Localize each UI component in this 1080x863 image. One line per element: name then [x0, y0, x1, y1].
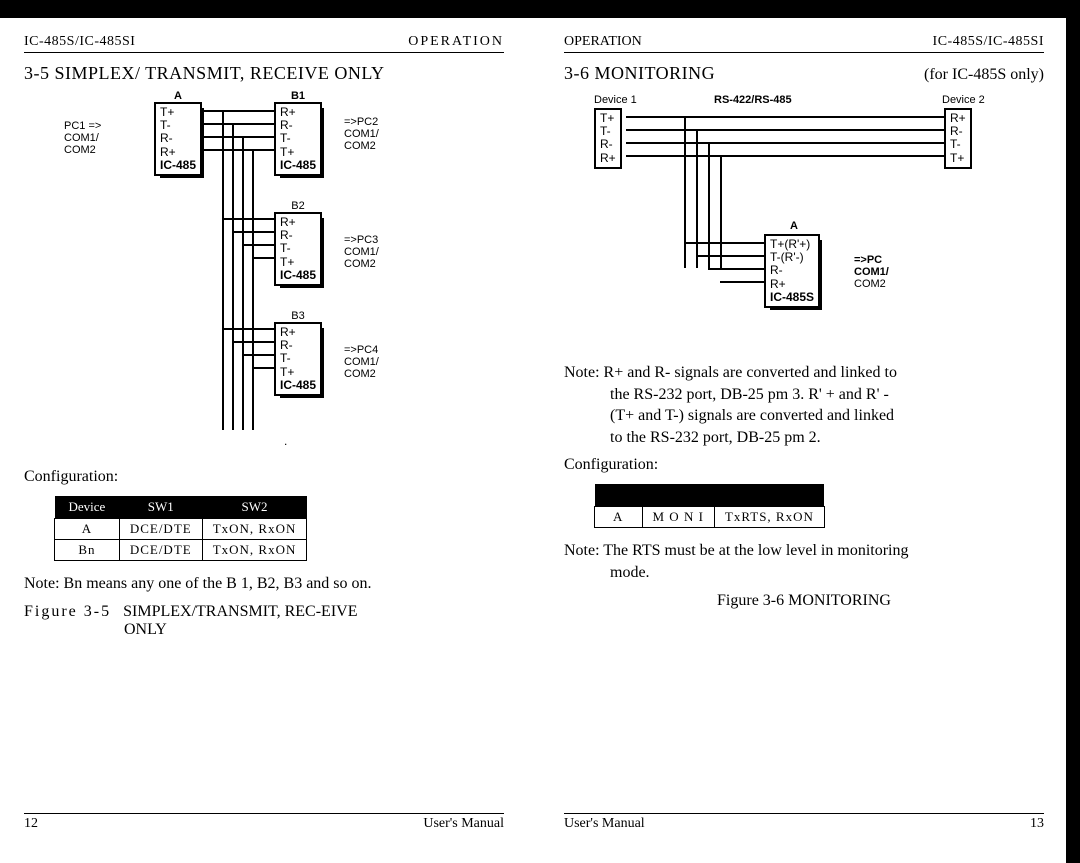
header-operation: OPERATION — [408, 34, 504, 50]
label-A: A — [154, 90, 202, 102]
chip-name: IC-485 — [280, 159, 316, 172]
pin: R- — [600, 138, 616, 151]
label-pc1: PC1 => COM1/ COM2 — [64, 120, 101, 156]
config-table-right: A M O N I TxRTS, RxON — [594, 484, 825, 528]
chip-B1: R+ R- T- T+ IC-485 — [274, 102, 322, 176]
chip-device1: T+ T- R- R+ — [594, 108, 622, 169]
header-operation: OPERATION — [564, 34, 642, 50]
pin: T- — [280, 352, 316, 365]
figure-caption-3-6: Figure 3-6 MONITORING — [564, 592, 1044, 610]
table-row: A DCE/DTE TxON, RxON — [55, 519, 307, 540]
page-header-right: OPERATION IC-485S/IC-485SI — [564, 34, 1044, 53]
th-device: Device — [55, 496, 120, 519]
page-left: IC-485S/IC-485SI OPERATION 3-5 SIMPLEX/ … — [24, 34, 504, 826]
label-pc2: =>PC2 COM1/ COM2 — [344, 116, 379, 152]
label-device1: Device 1 — [594, 94, 637, 106]
pin: T+ — [280, 256, 316, 269]
configuration-label: Configuration: — [564, 456, 1044, 474]
section-subnote: (for IC-485S only) — [924, 66, 1044, 84]
label-B2: B2 — [274, 200, 322, 212]
label-B3: B3 — [274, 310, 322, 322]
pin: T- — [280, 242, 316, 255]
label-pc3: =>PC3 COM1/ COM2 — [344, 234, 379, 270]
label-bus: RS-422/RS-485 — [714, 94, 792, 106]
th-sw2: SW2 — [202, 496, 307, 519]
footer-manual: User's Manual — [423, 816, 504, 832]
th-sw1: SW1 — [119, 496, 202, 519]
section-title-3-5: 3-5 SIMPLEX/ TRANSMIT, RECEIVE ONLY — [24, 63, 504, 84]
page-header-left: IC-485S/IC-485SI OPERATION — [24, 34, 504, 53]
header-model: IC-485S/IC-485SI — [933, 34, 1044, 50]
top-black-bar — [0, 0, 1080, 18]
chip-name: IC-485S — [770, 291, 814, 304]
label-pc: =>PC COM1/ COM2 — [854, 254, 889, 290]
page-number: 13 — [1030, 816, 1044, 832]
right-black-bar — [1066, 0, 1080, 863]
page-right: OPERATION IC-485S/IC-485SI 3-6 MONITORIN… — [564, 34, 1044, 826]
figure-3-5-diagram: A T+ T- R- R+ IC-485 PC1 => COM1/ COM2 — [24, 90, 504, 460]
page-footer-right: User's Manual 13 — [564, 813, 1044, 832]
label-B1: B1 — [274, 90, 322, 102]
label-device2: Device 2 — [942, 94, 985, 106]
th-blank — [642, 484, 714, 507]
chip-B2: R+ R- T- T+ IC-485 — [274, 212, 322, 286]
header-model: IC-485S/IC-485SI — [24, 34, 135, 50]
pin: T- — [950, 138, 966, 151]
label-A: A — [790, 220, 798, 232]
pin: R+ — [770, 278, 814, 291]
note-signals: Note: R+ and R- signals are converted an… — [564, 362, 1044, 448]
page-footer-left: 12 User's Manual — [24, 813, 504, 832]
section-title-3-6: 3-6 MONITORING — [564, 63, 715, 84]
chip-name: IC-485 — [160, 159, 196, 172]
pin: T+ — [280, 146, 316, 159]
pin: R+ — [600, 152, 616, 165]
pin: T- — [280, 132, 316, 145]
dots-icon: . — [284, 435, 287, 448]
pin: T+ — [950, 152, 966, 165]
configuration-label: Configuration: — [24, 468, 504, 486]
page-number: 12 — [24, 816, 38, 832]
chip-name: IC-485 — [280, 269, 316, 282]
config-table-left: Device SW1 SW2 A DCE/DTE TxON, RxON Bn D… — [54, 496, 307, 561]
footer-manual: User's Manual — [564, 816, 645, 832]
note-rts: Note: The RTS must be at the low level i… — [564, 540, 1044, 583]
pin: R- — [770, 264, 814, 277]
th-blank — [714, 484, 824, 507]
pin: T+ — [280, 366, 316, 379]
figure-caption-3-5: Figure 3-5 SIMPLEX/TRANSMIT, REC-EIVE ON… — [24, 603, 504, 639]
figure-3-6-diagram: Device 1 RS-422/RS-485 Device 2 T+ T- R-… — [564, 94, 1044, 354]
table-row: Bn DCE/DTE TxON, RxON — [55, 540, 307, 561]
chip-A-monitor: T+(R'+) T-(R'-) R- R+ IC-485S — [764, 234, 820, 308]
table-row: A M O N I TxRTS, RxON — [595, 507, 825, 528]
pin: R- — [160, 132, 196, 145]
chip-B3: R+ R- T- T+ IC-485 — [274, 322, 322, 396]
label-pc4: =>PC4 COM1/ COM2 — [344, 344, 379, 380]
chip-name: IC-485 — [280, 379, 316, 392]
chip-A: T+ T- R- R+ IC-485 — [154, 102, 202, 176]
chip-device2: R+ R- T- T+ — [944, 108, 972, 169]
note-bn: Note: Bn means any one of the B 1, B2, B… — [24, 573, 504, 595]
pin: R+ — [160, 146, 196, 159]
th-blank — [595, 484, 643, 507]
